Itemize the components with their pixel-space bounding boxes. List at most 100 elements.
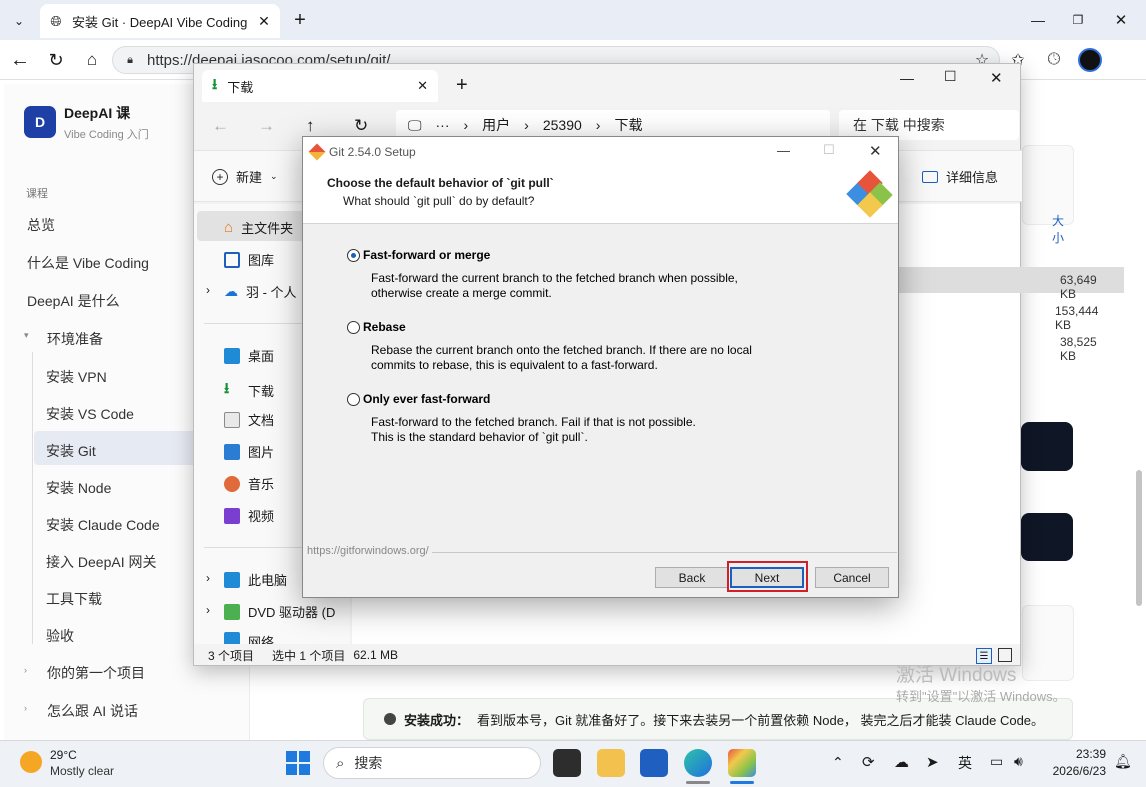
nav-documents[interactable]: 文档 bbox=[224, 410, 274, 429]
new-button[interactable]: + 新建 ⌄ bbox=[212, 167, 278, 186]
nav-gallery[interactable]: 图库 bbox=[224, 250, 274, 269]
refresh-icon[interactable]: ↻ bbox=[354, 116, 368, 136]
close-window-icon[interactable]: ✕ bbox=[1113, 12, 1129, 29]
expand-arrow-icon[interactable]: › bbox=[206, 603, 210, 617]
sync-icon[interactable]: ⟳ bbox=[862, 753, 875, 771]
nav-label: 文档 bbox=[248, 413, 275, 428]
nav-item-first-project[interactable]: 你的第一个项目 bbox=[47, 663, 145, 683]
new-tab-icon[interactable]: + bbox=[456, 74, 468, 97]
nav-item-verify[interactable]: 验收 bbox=[46, 626, 74, 646]
nav-network[interactable]: 网络 bbox=[224, 632, 274, 644]
nav-dvd-drive[interactable]: DVD 驱动器 (D bbox=[224, 602, 335, 621]
maximize-icon[interactable]: ☐ bbox=[944, 68, 957, 85]
onedrive-tray-icon[interactable]: ☁ bbox=[894, 753, 909, 771]
nav-this-pc[interactable]: 此电脑 bbox=[224, 570, 287, 589]
nav-home[interactable]: ⌂ 主文件夹 bbox=[224, 218, 293, 237]
git-website-link[interactable]: https://gitforwindows.org/ bbox=[307, 545, 432, 557]
back-button[interactable]: Back bbox=[655, 567, 729, 588]
restore-icon[interactable]: ❐ bbox=[1070, 12, 1086, 28]
nav-onedrive[interactable]: ☁ 羽 - 个人 bbox=[224, 282, 297, 301]
expand-arrow-icon[interactable]: › bbox=[206, 571, 210, 585]
cancel-button[interactable]: Cancel bbox=[815, 567, 889, 588]
explorer-tab[interactable]: ⭳ 下载 ✕ bbox=[202, 70, 438, 102]
details-button[interactable]: 详细信息 bbox=[922, 167, 998, 186]
ime-indicator[interactable]: 英 bbox=[958, 753, 972, 773]
volume-icon[interactable]: 🔊︎ bbox=[1014, 753, 1023, 770]
nav-item-claude-code[interactable]: 安装 Claude Code bbox=[46, 515, 160, 535]
nav-item-node[interactable]: 安装 Node bbox=[46, 478, 111, 498]
weather-text[interactable]: Mostly clear bbox=[50, 764, 114, 778]
nav-pictures[interactable]: 图片 bbox=[224, 442, 274, 461]
minimize-icon[interactable]: — bbox=[777, 143, 790, 158]
location-icon[interactable]: ➤ bbox=[926, 753, 939, 771]
start-windows-icon[interactable] bbox=[286, 751, 310, 775]
tray-chevron-icon[interactable]: ⌃ bbox=[832, 754, 844, 771]
expand-arrow-icon[interactable]: › bbox=[206, 283, 210, 297]
nav-item-deepai[interactable]: DeepAI 是什么 bbox=[27, 291, 120, 311]
collapsed-arrow-icon[interactable]: › bbox=[24, 703, 27, 713]
up-icon[interactable]: ↑ bbox=[306, 116, 315, 136]
task-view-icon[interactable] bbox=[553, 749, 581, 777]
minimize-icon[interactable]: — bbox=[1030, 12, 1046, 28]
new-tab-icon[interactable]: + bbox=[290, 9, 310, 31]
nav-item-overview[interactable]: 总览 bbox=[27, 215, 55, 235]
taskbar-search[interactable]: ⌕ 搜索 bbox=[323, 747, 541, 779]
nav-item-tools[interactable]: 工具下载 bbox=[46, 589, 102, 609]
nav-item-vibe-coding[interactable]: 什么是 Vibe Coding bbox=[27, 253, 149, 273]
next-button[interactable]: Next bbox=[730, 567, 804, 588]
back-icon[interactable]: ← bbox=[212, 116, 229, 136]
option-label[interactable]: Only ever fast-forward bbox=[363, 392, 490, 406]
home-icon[interactable]: ⌂ bbox=[82, 50, 102, 70]
page-scrollbar[interactable] bbox=[1136, 470, 1142, 606]
close-tab-icon[interactable]: ✕ bbox=[417, 78, 428, 94]
notification-bell-icon[interactable]: 🔔︎ bbox=[1114, 753, 1132, 770]
weather-temp[interactable]: 29°C bbox=[50, 748, 77, 762]
dark-button[interactable] bbox=[1021, 513, 1073, 561]
tab-list-chevron-icon[interactable]: ⌄ bbox=[10, 12, 28, 30]
nav-group-env[interactable]: 环境准备 bbox=[47, 329, 103, 349]
weather-moon-icon[interactable] bbox=[20, 751, 42, 773]
size-column-header[interactable]: 大小 bbox=[1052, 212, 1064, 246]
nav-item-gateway[interactable]: 接入 DeepAI 网关 bbox=[46, 552, 156, 572]
nav-desktop[interactable]: 桌面 bbox=[224, 346, 274, 365]
profile-avatar[interactable] bbox=[1078, 48, 1102, 72]
nav-downloads[interactable]: ⭳ 下载 bbox=[224, 378, 274, 403]
collapsed-arrow-icon[interactable]: › bbox=[24, 665, 27, 675]
breadcrumb-item[interactable]: 25390 bbox=[543, 117, 582, 133]
expand-arrow-icon[interactable]: ▾ bbox=[24, 330, 29, 341]
nav-item-git[interactable]: 安装 Git bbox=[46, 441, 96, 461]
plus-icon: + bbox=[212, 168, 228, 185]
reload-icon[interactable]: ↻ bbox=[46, 50, 66, 70]
breadcrumb-item[interactable]: 下载 bbox=[614, 115, 642, 135]
nav-item-talk-to-ai[interactable]: 怎么跟 AI 说话 bbox=[47, 701, 138, 721]
close-window-icon[interactable]: ✕ bbox=[990, 69, 1003, 87]
site-subtitle: Vibe Coding 入门 bbox=[64, 129, 149, 141]
option-label[interactable]: Fast-forward or merge bbox=[363, 248, 490, 262]
minimize-icon[interactable]: — bbox=[900, 70, 914, 86]
store-icon[interactable] bbox=[640, 749, 668, 777]
breadcrumb-item[interactable]: 用户 bbox=[482, 115, 510, 135]
close-icon[interactable]: ✕ bbox=[869, 142, 882, 160]
clock-time[interactable]: 23:39 bbox=[1070, 747, 1106, 761]
nav-music[interactable]: 音乐 bbox=[224, 474, 274, 493]
browser-tab[interactable]: 🌐︎ 安装 Git · DeepAI Vibe Coding 课 ✕ bbox=[40, 4, 280, 38]
file-explorer-icon[interactable] bbox=[597, 749, 625, 777]
network-tray-icon[interactable]: ▭ bbox=[990, 753, 1003, 770]
option-label[interactable]: Rebase bbox=[363, 320, 406, 334]
download-icon: ⭳ bbox=[224, 380, 230, 397]
clock-date[interactable]: 2026/6/23 bbox=[1042, 764, 1106, 778]
page-subheading: What should `git pull` do by default? bbox=[343, 194, 535, 208]
back-icon[interactable]: ← bbox=[10, 49, 30, 71]
radio-only-fast-forward[interactable] bbox=[347, 393, 360, 406]
edge-icon[interactable] bbox=[684, 749, 712, 777]
radio-fast-forward-or-merge[interactable] bbox=[347, 249, 360, 262]
git-setup-taskbar-icon[interactable] bbox=[728, 749, 756, 777]
close-tab-icon[interactable]: ✕ bbox=[256, 13, 272, 29]
nav-videos[interactable]: 视频 bbox=[224, 506, 274, 525]
radio-rebase[interactable] bbox=[347, 321, 360, 334]
forward-icon[interactable]: → bbox=[258, 116, 275, 136]
nav-item-vscode[interactable]: 安装 VS Code bbox=[46, 404, 134, 424]
history-icon[interactable]: 🕓︎ bbox=[1044, 50, 1064, 70]
nav-item-vpn[interactable]: 安装 VPN bbox=[46, 367, 107, 387]
dark-button[interactable] bbox=[1021, 422, 1073, 471]
